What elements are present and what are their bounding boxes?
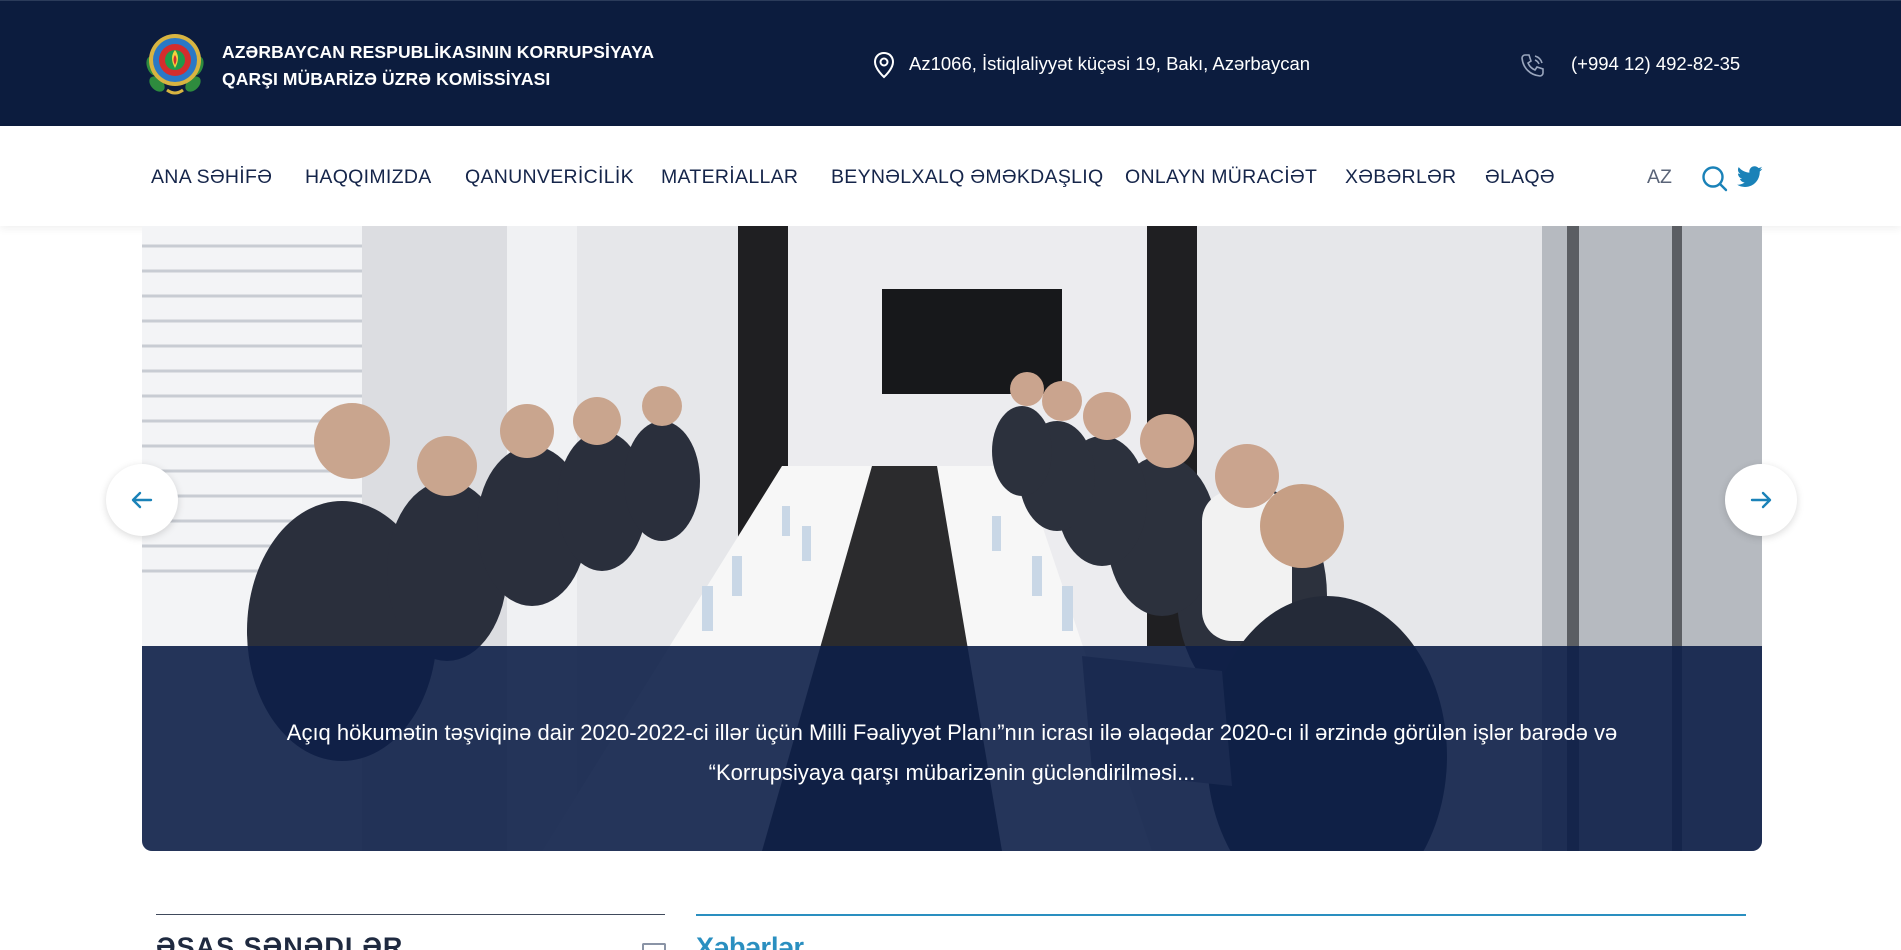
- arrow-right-icon: [1750, 491, 1772, 509]
- slide-caption[interactable]: Açıq hökumətin təşviqinə dair 2020-2022-…: [202, 713, 1702, 793]
- header-phone[interactable]: (+994 12) 492-82-35: [1571, 53, 1740, 75]
- slider-prev-button[interactable]: [106, 464, 178, 536]
- language-switcher[interactable]: AZ: [1647, 166, 1672, 189]
- nav-item-online-appeal[interactable]: ONLAYN MÜRACİƏT: [1125, 166, 1317, 189]
- slide-caption-line2: “Korrupsiyaya qarşı mübarizənin gücləndi…: [708, 760, 1196, 785]
- nav-item-international-cooperation[interactable]: BEYNƏLXALQ ƏMƏKDAŞLIQ: [831, 166, 1103, 189]
- phone-icon: [1521, 54, 1544, 77]
- header-address: Az1066, İstiqlaliyyət küçəsi 19, Bakı, A…: [909, 53, 1311, 74]
- search-icon[interactable]: [1700, 164, 1728, 192]
- main-navigation: ANA SƏHİFƏ HAQQIMIZDA QANUNVERİCİLİK MAT…: [0, 126, 1901, 226]
- organization-name-line2: QARŞI MÜBARİZƏ ÜZRƏ KOMİSSİYASI: [222, 69, 551, 89]
- nav-item-home[interactable]: ANA SƏHİFƏ: [151, 166, 272, 189]
- nav-item-news[interactable]: XƏBƏRLƏR: [1345, 166, 1456, 189]
- news-section-title[interactable]: Xəbərlər: [696, 932, 804, 950]
- organization-name[interactable]: AZƏRBAYCAN RESPUBLİKASININ KORRUPSİYAYA …: [222, 39, 654, 93]
- documents-section-divider: [156, 914, 665, 915]
- top-header-bar: AZƏRBAYCAN RESPUBLİKASININ KORRUPSİYAYA …: [0, 0, 1901, 126]
- slide-caption-line1: Açıq hökumətin təşviqinə dair 2020-2022-…: [286, 720, 1618, 745]
- documents-folder-icon[interactable]: [642, 943, 666, 950]
- hero-slider: Açıq hökumətin təşviqinə dair 2020-2022-…: [142, 226, 1762, 851]
- location-pin-icon: [873, 51, 895, 79]
- nav-item-contact[interactable]: ƏLAQƏ: [1485, 166, 1555, 189]
- nav-item-legislation[interactable]: QANUNVERİCİLİK: [465, 166, 634, 189]
- news-section-divider: [696, 914, 1746, 916]
- documents-section-title: ƏSAS SƏNƏDLƏR: [156, 932, 404, 950]
- arrow-left-icon: [131, 491, 153, 509]
- nav-item-about[interactable]: HAQQIMIZDA: [305, 166, 432, 189]
- twitter-icon[interactable]: [1737, 165, 1763, 189]
- emblem-icon[interactable]: [143, 26, 207, 100]
- organization-name-line1: AZƏRBAYCAN RESPUBLİKASININ KORRUPSİYAYA: [222, 42, 655, 62]
- nav-item-materials[interactable]: MATERİALLAR: [661, 166, 798, 189]
- slider-next-button[interactable]: [1725, 464, 1797, 536]
